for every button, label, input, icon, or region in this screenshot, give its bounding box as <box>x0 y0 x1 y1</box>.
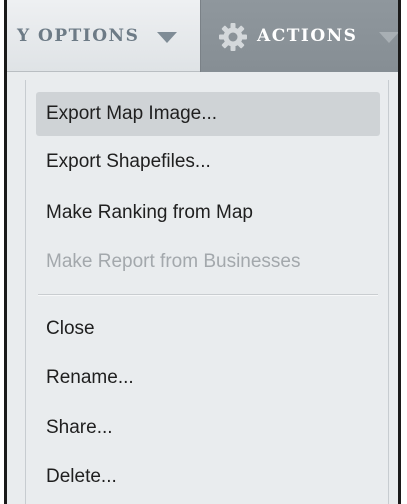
chevron-down-icon <box>379 32 398 43</box>
gear-icon <box>219 23 247 51</box>
menu-item-share[interactable]: Share... <box>36 406 380 450</box>
actions-label: ACTIONS <box>257 26 358 46</box>
menu-item-delete[interactable]: Delete... <box>36 455 380 499</box>
actions-button[interactable]: ACTIONS <box>200 0 398 72</box>
view-options-button[interactable]: Y OPTIONS <box>7 0 200 72</box>
menu-item-close[interactable]: Close <box>36 307 380 351</box>
menu-item-export-map-image[interactable]: Export Map Image... <box>36 92 380 136</box>
app-frame: Y OPTIONS ACTIONS Export Map Image... Ex… <box>4 0 401 504</box>
menu-item-make-report-from-businesses: Make Report from Businesses <box>46 251 301 272</box>
view-options-label: Y OPTIONS <box>17 26 140 46</box>
actions-dropdown-menu: Export Map Image... Export Shapefiles...… <box>25 80 389 504</box>
menu-separator <box>38 294 378 296</box>
menu-item-export-shapefiles[interactable]: Export Shapefiles... <box>36 140 380 184</box>
menu-item-make-ranking-from-map[interactable]: Make Ranking from Map <box>36 191 380 235</box>
menu-item-rename[interactable]: Rename... <box>36 356 380 400</box>
toolbar: Y OPTIONS ACTIONS <box>7 0 398 72</box>
chevron-down-icon <box>157 32 177 43</box>
